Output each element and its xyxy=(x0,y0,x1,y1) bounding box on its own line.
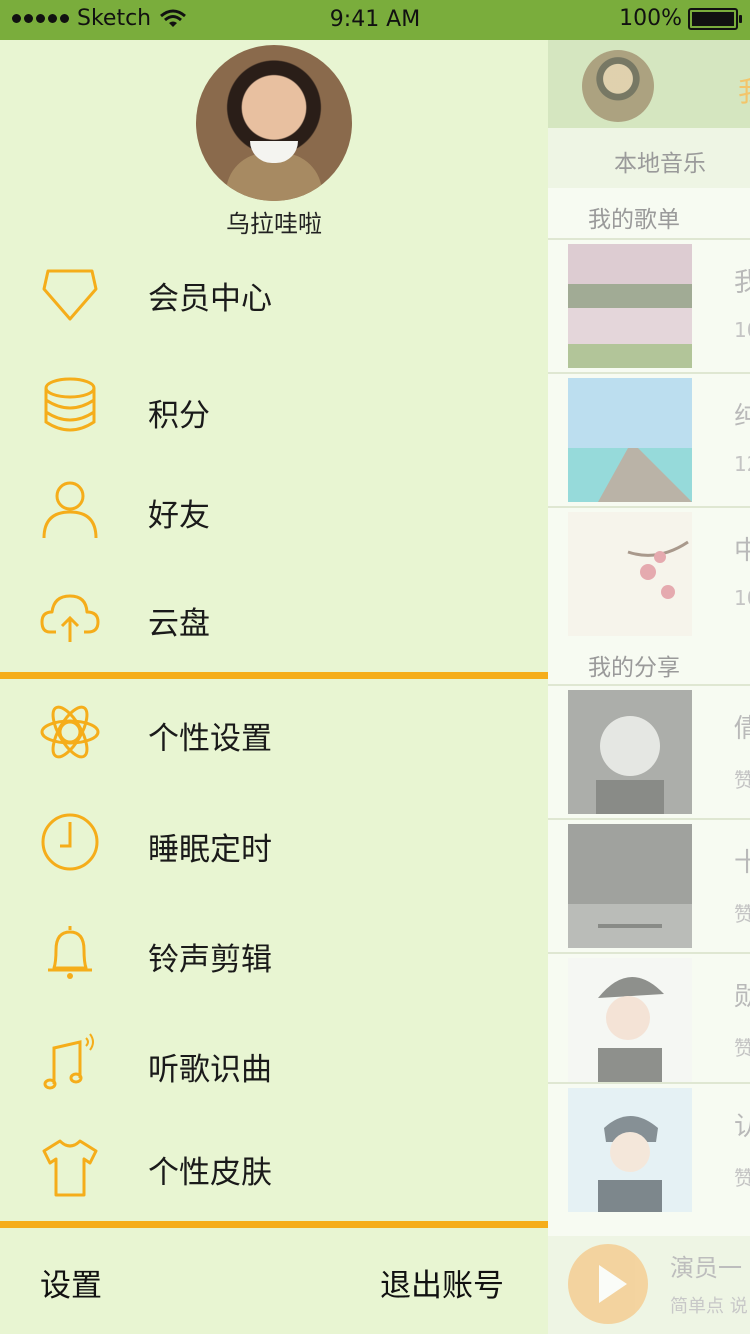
menu-item-friends[interactable]: 好友 xyxy=(0,460,548,560)
my-shares-label: 我的分享 xyxy=(588,655,680,681)
list-item[interactable]: 倩 赞 xyxy=(548,684,750,818)
menu-label: 听歌识曲 xyxy=(148,1052,272,1088)
section-divider xyxy=(0,672,548,679)
list-item[interactable]: 我 10 xyxy=(548,238,750,372)
mini-player[interactable]: 演员一 简单点 说 xyxy=(548,1236,750,1334)
panel-header: 我 xyxy=(548,40,750,128)
playlist-count: 12 xyxy=(734,452,750,476)
menu-label: 好友 xyxy=(148,498,210,534)
playlist-title: 中 xyxy=(734,536,750,566)
list-item[interactable]: 中 10 xyxy=(548,506,750,640)
list-item[interactable]: 十 赞 xyxy=(548,818,750,952)
bell-icon xyxy=(48,926,92,979)
battery-icon xyxy=(688,7,742,30)
settings-button[interactable]: 设置 xyxy=(40,1260,102,1305)
playlist-cover xyxy=(568,378,692,502)
drawer-footer: 设置 退出账号 xyxy=(0,1230,548,1334)
username[interactable]: 乌拉哇啦 xyxy=(0,204,548,239)
now-playing-title: 演员一 xyxy=(670,1254,742,1282)
share-cover xyxy=(568,1088,692,1212)
menu-item-sleep-timer[interactable]: 睡眠定时 xyxy=(0,792,548,892)
playlist-title: 纯 xyxy=(734,402,750,432)
share-likes: 赞 xyxy=(734,768,750,792)
cloud-upload-icon xyxy=(40,594,100,642)
avatar[interactable] xyxy=(196,45,352,201)
panel-title: 我 xyxy=(738,70,750,110)
my-playlists-label: 我的歌单 xyxy=(588,207,680,233)
play-icon[interactable] xyxy=(568,1244,648,1324)
battery-group: 100% xyxy=(619,6,742,31)
share-cover xyxy=(568,824,692,948)
side-drawer: 乌拉哇啦 会员中心 积分 好友 云盘 个性设置 睡眠定时 铃声剪辑 听歌识曲 个… xyxy=(0,40,548,1334)
menu-item-points[interactable]: 积分 xyxy=(0,358,548,458)
playlist-title: 我 xyxy=(734,268,750,298)
logout-button[interactable]: 退出账号 xyxy=(380,1260,504,1305)
main-view-peek[interactable]: 我 本地音乐 我的歌单 我 10 纯 12 中 10 我的分享 xyxy=(548,40,750,1334)
menu-label: 云盘 xyxy=(148,606,210,642)
playlist-count: 10 xyxy=(734,318,750,342)
person-icon xyxy=(42,481,98,539)
list-item[interactable]: 认 赞 xyxy=(548,1082,750,1216)
share-likes: 赞 xyxy=(734,1036,750,1060)
share-cover xyxy=(568,958,692,1082)
share-title: 倩 xyxy=(734,714,750,744)
list-item[interactable]: 纯 12 xyxy=(548,372,750,506)
local-music-label: 本地音乐 xyxy=(614,151,706,177)
diamond-icon xyxy=(42,269,98,321)
playlist-cover xyxy=(568,512,692,636)
share-cover xyxy=(568,690,692,814)
menu-item-skins[interactable]: 个性皮肤 xyxy=(0,1117,548,1217)
playlist-count: 10 xyxy=(734,586,750,610)
menu-label: 会员中心 xyxy=(148,281,272,317)
share-title: 认 xyxy=(734,1112,750,1142)
menu-label: 个性设置 xyxy=(148,721,272,757)
list-item[interactable]: 勋 赞 xyxy=(548,952,750,1086)
menu-label: 铃声剪辑 xyxy=(148,942,272,978)
menu-item-cloud-drive[interactable]: 云盘 xyxy=(0,566,548,666)
battery-percent: 100% xyxy=(619,6,682,31)
menu-item-personal-settings[interactable]: 个性设置 xyxy=(0,683,548,783)
menu-item-vip-center[interactable]: 会员中心 xyxy=(0,243,548,343)
menu-label: 睡眠定时 xyxy=(148,832,272,868)
music-note-icon xyxy=(43,1033,94,1090)
menu-item-ringtone-editor[interactable]: 铃声剪辑 xyxy=(0,902,548,1002)
playlist-cover xyxy=(568,244,692,368)
clock-icon xyxy=(41,813,99,871)
atom-icon xyxy=(40,705,100,759)
menu-item-song-recognition[interactable]: 听歌识曲 xyxy=(0,1012,548,1112)
tshirt-icon xyxy=(42,1139,98,1197)
share-likes: 赞 xyxy=(734,1166,750,1190)
share-title: 十 xyxy=(734,848,750,878)
share-likes: 赞 xyxy=(734,902,750,926)
share-title: 勋 xyxy=(734,982,750,1012)
coins-icon xyxy=(44,377,96,432)
local-music-tab[interactable]: 本地音乐 xyxy=(548,128,750,188)
menu-label: 积分 xyxy=(148,398,210,434)
panel-avatar xyxy=(582,50,654,122)
menu-label: 个性皮肤 xyxy=(148,1155,272,1191)
section-divider xyxy=(0,1221,548,1228)
status-bar: Sketch 9:41 AM 100% xyxy=(0,0,750,40)
now-playing-subtitle: 简单点 说 xyxy=(670,1296,748,1317)
